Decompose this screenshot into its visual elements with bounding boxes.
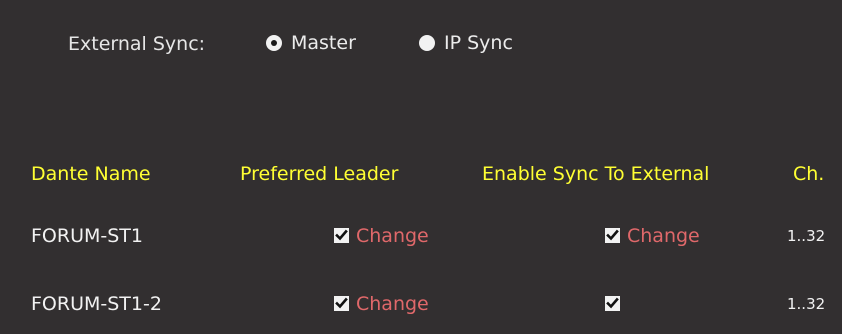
sync-settings-panel: External Sync: Master IP Sync Dante Name… — [0, 0, 842, 334]
window-edge — [842, 0, 849, 334]
master-radio[interactable]: Master — [266, 32, 356, 54]
radio-unselected-icon[interactable] — [419, 35, 435, 51]
table-header: Dante Name Preferred Leader Enable Sync … — [0, 162, 842, 188]
preferred-leader-change-link[interactable]: Change — [356, 223, 429, 249]
checkmark-icon — [335, 297, 348, 309]
ip-sync-radio-label[interactable]: IP Sync — [444, 32, 513, 54]
checkmark-icon — [606, 229, 619, 241]
ip-sync-radio[interactable]: IP Sync — [419, 32, 513, 54]
dante-name-cell: FORUM-ST1-2 — [31, 293, 162, 315]
radio-selected-icon[interactable] — [266, 35, 282, 51]
column-header-dante-name: Dante Name — [31, 163, 151, 185]
column-header-enable-sync: Enable Sync To External — [482, 163, 710, 185]
table-row: FORUM-ST1-2 Change 1..32 — [0, 291, 842, 319]
preferred-leader-checkbox[interactable] — [334, 228, 349, 243]
checkmark-icon — [335, 229, 348, 241]
master-radio-label[interactable]: Master — [291, 32, 356, 54]
column-header-channels: Ch. — [793, 163, 825, 185]
column-header-preferred-leader: Preferred Leader — [240, 163, 399, 185]
enable-sync-checkbox[interactable] — [605, 228, 620, 243]
table-row: FORUM-ST1 Change Change 1..32 — [0, 223, 842, 251]
enable-sync-change-link[interactable]: Change — [627, 223, 700, 249]
channels-cell: 1..32 — [787, 295, 826, 313]
channels-cell: 1..32 — [787, 227, 826, 245]
external-sync-label: External Sync: — [68, 33, 206, 55]
preferred-leader-change-link[interactable]: Change — [356, 291, 429, 317]
preferred-leader-checkbox[interactable] — [334, 296, 349, 311]
external-sync-row: External Sync: Master IP Sync — [0, 29, 842, 59]
checkmark-icon — [606, 297, 619, 309]
enable-sync-checkbox[interactable] — [605, 296, 620, 311]
dante-name-cell: FORUM-ST1 — [31, 225, 143, 247]
